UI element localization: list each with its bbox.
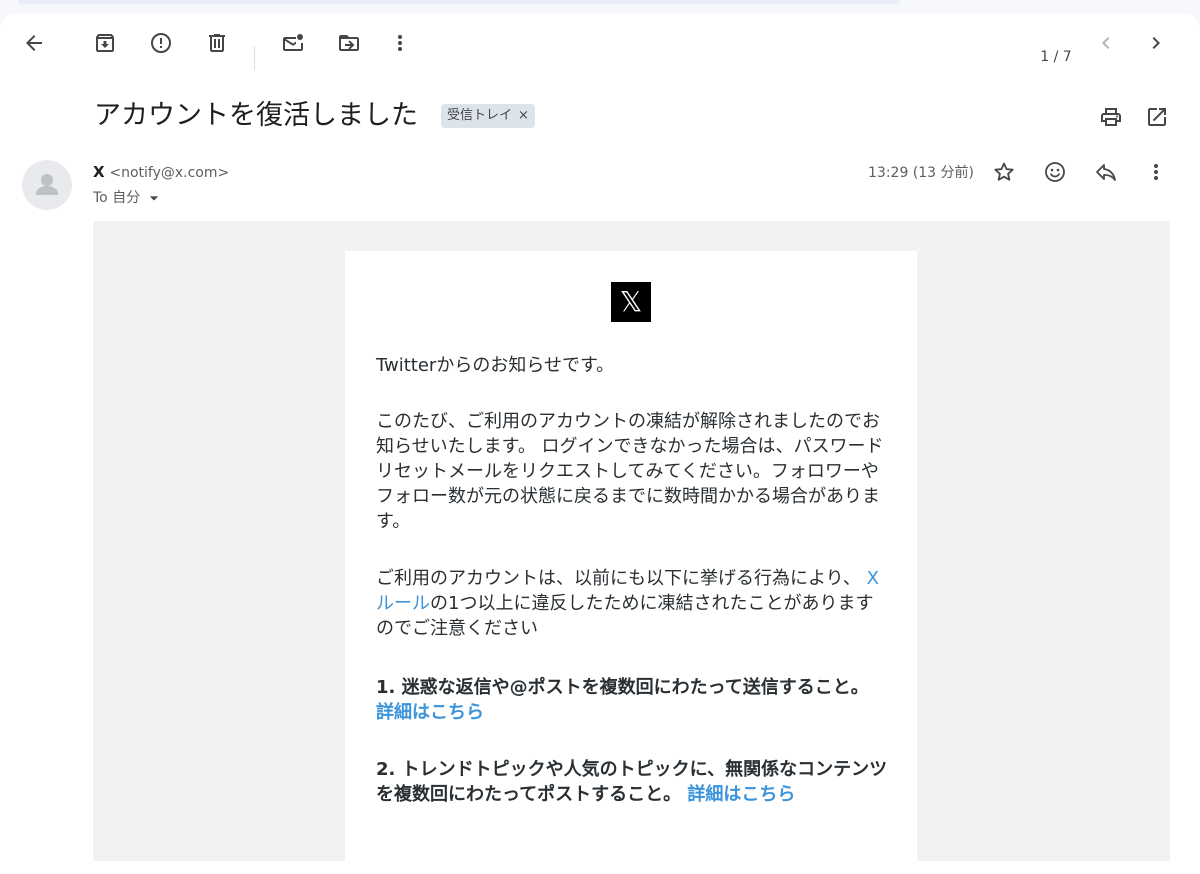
open-new-window-button[interactable] bbox=[1137, 97, 1177, 137]
warning-paragraph: ご利用のアカウントは、以前にも以下に挙げる行為により、 Xルールの1つ以上に違反… bbox=[376, 566, 888, 641]
emoji-icon bbox=[1045, 162, 1065, 182]
sender-email: <notify@x.com> bbox=[109, 165, 230, 181]
caret-down-icon bbox=[150, 196, 159, 201]
chevron-right-icon bbox=[1152, 37, 1160, 49]
older-button[interactable] bbox=[1136, 23, 1176, 63]
message-panel: 1 / 7 アカウントを復活しました 受信トレイ × X <notify@x.c… bbox=[0, 14, 1200, 874]
archive-button[interactable] bbox=[85, 23, 125, 63]
sender-name[interactable]: X bbox=[93, 163, 105, 181]
recipient-text: To 自分 bbox=[93, 190, 141, 206]
mark-unread-button[interactable] bbox=[273, 23, 313, 63]
violation-1-text: 1. 迷惑な返信や@ポストを複数回にわたって送信すること。 bbox=[376, 677, 869, 698]
label-text: 受信トレイ bbox=[447, 108, 513, 123]
more-vert-icon bbox=[1154, 164, 1158, 180]
email-content-card: 𝕏 Twitterからのお知らせです。 このたび、ご利用のアカウントの凍結が解除… bbox=[345, 251, 917, 871]
violation-item-1: 1. 迷惑な返信や@ポストを複数回にわたって送信すること。 詳細はこちら bbox=[376, 675, 888, 725]
avatar bbox=[22, 160, 72, 210]
trash-icon bbox=[209, 34, 225, 52]
star-icon bbox=[994, 162, 1014, 181]
toolbar-divider bbox=[254, 46, 255, 70]
violation-2-text: 2. トレンドトピックや人気のトピックに、無関係なコンテンツを複数回にわたってポ… bbox=[376, 759, 888, 805]
delete-button[interactable] bbox=[197, 23, 237, 63]
x-logo: 𝕏 bbox=[611, 282, 651, 322]
remove-label-button[interactable]: × bbox=[518, 104, 529, 128]
more-vert-icon bbox=[398, 35, 402, 51]
recipient-details-toggle[interactable]: To 自分 bbox=[93, 188, 164, 208]
violation-item-2: 2. トレンドトピックや人気のトピックに、無関係なコンテンツを複数回にわたってポ… bbox=[376, 757, 888, 807]
message-time: 13:29 (13 分前) bbox=[868, 165, 974, 181]
report-spam-button[interactable] bbox=[141, 23, 181, 63]
move-to-icon bbox=[339, 35, 359, 51]
person-icon bbox=[36, 174, 58, 195]
open-new-window-icon bbox=[1148, 108, 1166, 126]
reply-icon bbox=[1096, 164, 1116, 181]
print-button[interactable] bbox=[1091, 97, 1131, 137]
greeting-text: Twitterからのお知らせです。 bbox=[376, 355, 615, 376]
mark-unread-icon bbox=[283, 34, 303, 51]
details-link-1[interactable]: 詳細はこちら bbox=[376, 702, 484, 723]
archive-icon bbox=[96, 34, 114, 52]
print-icon bbox=[1101, 108, 1121, 126]
x-logo-glyph: 𝕏 bbox=[619, 285, 643, 318]
emoji-reaction-button[interactable] bbox=[1035, 152, 1075, 192]
details-link-2[interactable]: 詳細はこちら bbox=[687, 784, 795, 805]
report-spam-icon bbox=[151, 33, 171, 53]
email-subject: アカウントを復活しました bbox=[94, 100, 418, 131]
unsuspend-paragraph: このたび、ご利用のアカウントの凍結が解除されましたのでお知らせいたします。 ログ… bbox=[376, 411, 884, 532]
pager-count: 1 / 7 bbox=[1040, 49, 1072, 65]
more-actions-button[interactable] bbox=[380, 23, 420, 63]
chevron-left-icon bbox=[1102, 37, 1110, 49]
warning-suffix: の1つ以上に違反したために凍結されたことがありますのでご注意ください bbox=[376, 593, 874, 639]
newer-button[interactable] bbox=[1086, 23, 1126, 63]
reply-button[interactable] bbox=[1086, 152, 1126, 192]
arrow-back-icon bbox=[26, 35, 42, 51]
move-to-button[interactable] bbox=[329, 23, 369, 63]
star-button[interactable] bbox=[984, 152, 1024, 192]
back-button[interactable] bbox=[14, 23, 54, 63]
inbox-label-chip[interactable]: 受信トレイ × bbox=[441, 104, 535, 128]
sender-line: X <notify@x.com> bbox=[93, 162, 229, 183]
message-more-button[interactable] bbox=[1136, 152, 1176, 192]
top-strip bbox=[18, 0, 900, 4]
warning-prefix: ご利用のアカウントは、以前にも以下に挙げる行為により、 bbox=[376, 568, 867, 589]
